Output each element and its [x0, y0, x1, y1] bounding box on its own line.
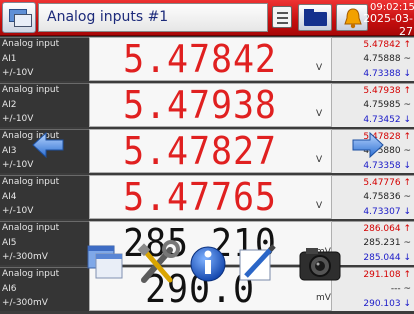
stat-avg: 4.75985 ~	[363, 100, 411, 110]
clock-date-text: 2025-03-27	[363, 12, 413, 38]
channel-info: Analog input AI1 +/-10V	[0, 37, 89, 81]
bottom-toolbar	[84, 238, 346, 288]
channel-unit: V	[316, 155, 323, 165]
channel-value-panel[interactable]: 5.47842 V	[89, 37, 332, 81]
channel-type: Analog input	[2, 269, 60, 279]
stat-max: 5.47938 ↑	[363, 86, 411, 96]
channel-value: 5.47938	[123, 83, 277, 127]
list-icon-line	[277, 22, 288, 24]
channel-name: AI3	[2, 146, 17, 156]
windows-button[interactable]	[84, 238, 128, 286]
channel-unit: mV	[316, 293, 331, 303]
folder-button[interactable]	[298, 4, 332, 31]
info-icon	[190, 246, 226, 282]
channel-row[interactable]: Analog input AI4 +/-10V 5.47765 V 5.4777…	[0, 175, 414, 219]
stat-max: 5.47842 ↑	[363, 40, 411, 50]
channel-name: AI2	[2, 100, 17, 110]
channel-unit: V	[316, 109, 323, 119]
info-button[interactable]	[188, 238, 232, 286]
channel-name: AI6	[2, 284, 17, 294]
channel-info: Analog input AI2 +/-10V	[0, 83, 89, 127]
stat-max: 5.47776 ↑	[363, 178, 411, 188]
channel-value: 5.47765	[123, 175, 277, 219]
clock-date: 2025-03-27	[362, 12, 414, 38]
channel-stats: 5.47938 ↑ 4.75985 ~ 4.73452 ↓	[332, 83, 414, 127]
stat-max: 286.064 ↑	[363, 224, 411, 234]
channel-info: Analog input AI6 +/-300mV	[0, 267, 89, 311]
channel-stats: 5.47776 ↑ 4.75836 ~ 4.73307 ↓	[332, 175, 414, 219]
tools-icon	[137, 240, 180, 283]
channel-value-panel[interactable]: 5.47765 V	[89, 175, 332, 219]
channel-info: Analog input AI4 +/-10V	[0, 175, 89, 219]
channel-name: AI4	[2, 192, 17, 202]
stat-min: 4.73307 ↓	[363, 207, 411, 217]
channel-stats: 5.47842 ↑ 4.75888 ~ 4.73388 ↓	[332, 37, 414, 81]
channel-type: Analog input	[2, 177, 60, 187]
channel-range: +/-10V	[2, 206, 34, 216]
channel-type: Analog input	[2, 39, 60, 49]
list-icon-line	[277, 17, 288, 19]
channel-range: +/-10V	[2, 114, 34, 124]
channel-value: 5.47842	[123, 37, 277, 81]
channel-row[interactable]: Analog input AI1 +/-10V 5.47842 V 5.4784…	[0, 37, 414, 81]
channel-unit: V	[316, 201, 323, 211]
stat-avg: 4.75888 ~	[363, 54, 411, 64]
edit-icon	[239, 244, 276, 281]
stat-min: 4.73452 ↓	[363, 115, 411, 125]
camera-button[interactable]	[298, 238, 342, 286]
stat-avg: 4.75836 ~	[363, 192, 411, 202]
camera-icon	[299, 248, 341, 281]
list-icon[interactable]	[272, 6, 292, 28]
stat-min: 4.73388 ↓	[363, 69, 411, 79]
channel-name: AI5	[2, 238, 17, 248]
channel-range: +/-10V	[2, 160, 34, 170]
arrow-left-icon[interactable]	[32, 132, 64, 158]
stat-min: 4.73358 ↓	[363, 161, 411, 171]
channel-info: Analog input AI5 +/-300mV	[0, 221, 89, 265]
channel-range: +/-300mV	[2, 252, 48, 262]
window-switch-button[interactable]	[2, 2, 36, 33]
channel-type: Analog input	[2, 223, 60, 233]
channel-row[interactable]: Analog input AI2 +/-10V 5.47938 V 5.4793…	[0, 83, 414, 127]
channel-type: Analog input	[2, 85, 60, 95]
channel-value-panel[interactable]: 5.47827 V	[89, 129, 332, 173]
channel-range: +/-300mV	[2, 298, 48, 308]
channel-value: 5.47827	[123, 129, 277, 173]
channel-range: +/-10V	[2, 68, 34, 78]
arrow-right-icon[interactable]	[352, 132, 384, 158]
folder-icon	[304, 12, 327, 26]
list-icon-line	[277, 12, 288, 14]
channel-unit: V	[316, 63, 323, 73]
edit-button[interactable]	[234, 238, 278, 286]
window-switch-icon-front	[14, 14, 32, 27]
page-title[interactable]: Analog inputs #1	[38, 3, 268, 32]
tools-button[interactable]	[136, 238, 180, 286]
stat-min: 290.103 ↓	[363, 299, 411, 309]
windows-icon	[87, 245, 123, 279]
title-bar: Analog inputs #1 09:02:15 2025-03-27	[0, 0, 414, 38]
channel-value-panel[interactable]: 5.47938 V	[89, 83, 332, 127]
channel-name: AI1	[2, 54, 17, 64]
